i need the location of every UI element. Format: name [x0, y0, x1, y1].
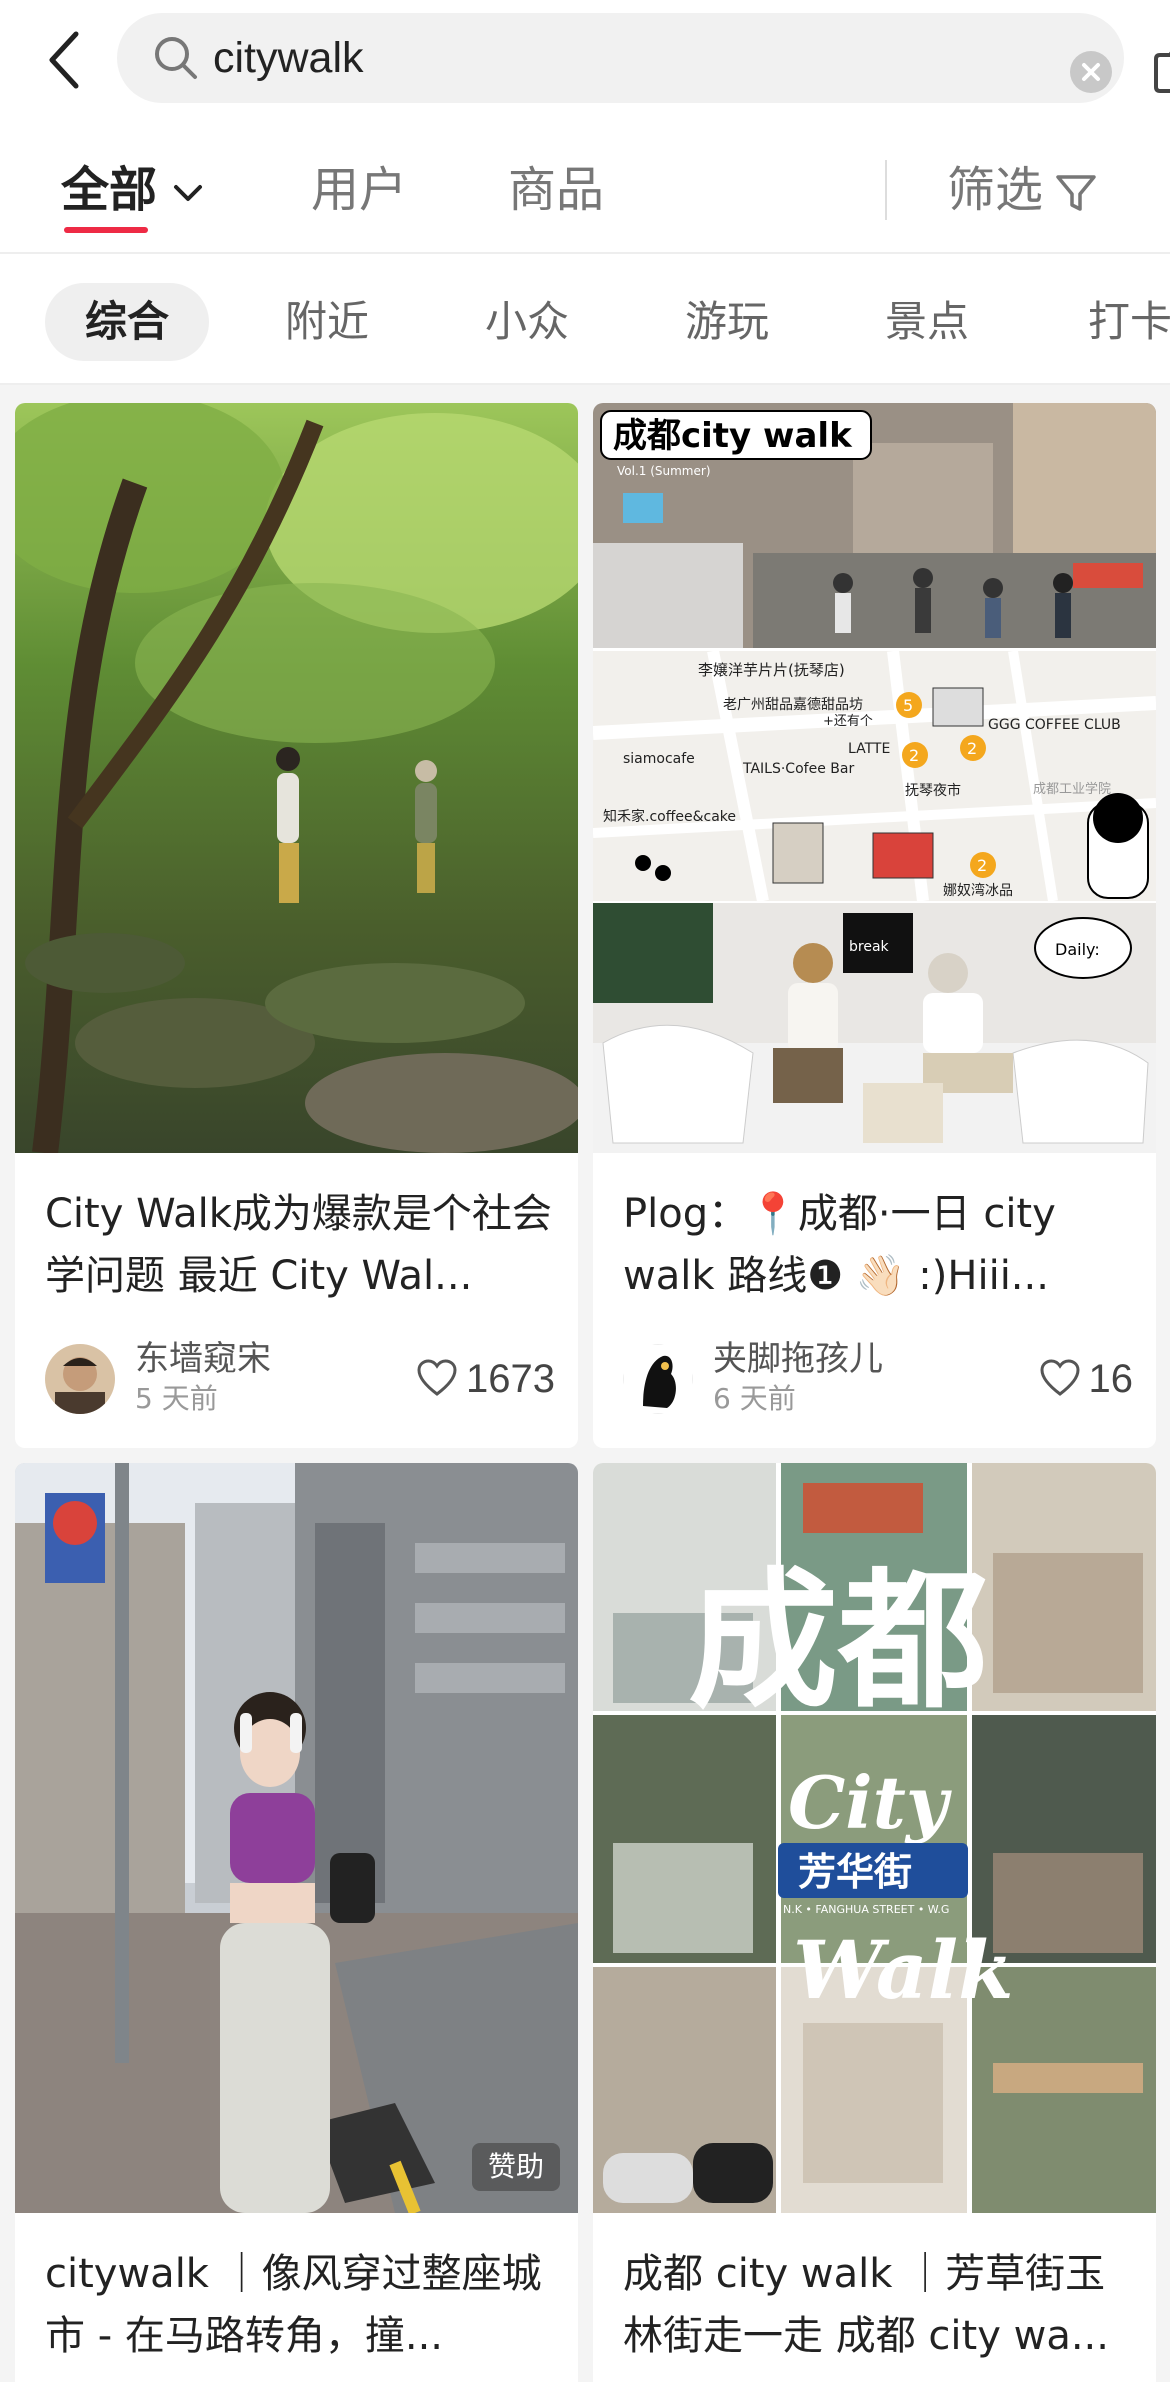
like-count: 1673: [466, 1357, 555, 1401]
like-button[interactable]: 16: [1039, 1356, 1134, 1402]
tab-active-indicator: [64, 227, 148, 233]
like-count: 16: [1088, 1357, 1134, 1401]
avatar[interactable]: [45, 1344, 115, 1414]
filter-button[interactable]: 筛选: [947, 160, 1099, 220]
cover-image-chengdu-collage: 成都 City 芳华街 N.K • FANGHUA STREET • W.G W…: [593, 1463, 1156, 2213]
cover-big-text: Walk: [793, 1923, 1014, 2017]
map-label: 老广州甜品嘉德甜品坊: [723, 697, 863, 713]
note-card[interactable]: City Walk成为爆款是个社会学问题 最近 City Wal... 东墙窥宋…: [15, 403, 578, 1448]
svg-text:2: 2: [967, 739, 977, 758]
note-title: 成都 city walk ｜芳草街玉林街走一走 成都 city wa...: [623, 2251, 1109, 2359]
cover-big-text: 成都: [688, 1553, 988, 1729]
map-label: TAILS·Cofee Bar: [742, 761, 854, 777]
tab-goods[interactable]: 商品: [508, 160, 604, 220]
map-label: siamocafe: [623, 751, 695, 767]
svg-text:2: 2: [909, 746, 919, 765]
filter-chips: 综合 附近 小众 游玩 景点 打卡: [0, 255, 1170, 385]
map-label: 抚琴夜市: [905, 782, 961, 799]
chip-comprehensive[interactable]: 综合: [45, 283, 210, 361]
heart-icon: [1039, 1359, 1080, 1397]
chevron-down-icon: [174, 185, 203, 201]
tab-all-label: 全部: [61, 162, 158, 218]
back-button[interactable]: [46, 28, 86, 92]
cover-big-text: City: [788, 1760, 952, 1845]
clear-icon[interactable]: [1070, 51, 1112, 93]
search-icon: [155, 37, 197, 79]
note-title: citywalk ｜像风穿过整座城市 - 在马路转角，撞...: [45, 2251, 542, 2359]
cover-break: break: [849, 939, 890, 955]
cover-daily: Daily:: [1055, 940, 1100, 959]
divider: [0, 252, 1170, 254]
chip-checkin[interactable]: 打卡: [1088, 283, 1170, 361]
chip-play[interactable]: 游玩: [685, 283, 769, 361]
post-time: 6 天前: [713, 1382, 796, 1415]
street-sign-en: N.K • FANGHUA STREET • W.G: [783, 1903, 949, 1916]
street-sign: 芳华街: [798, 1850, 912, 1894]
map-label: GGG COFFEE CLUB: [988, 717, 1121, 733]
svg-text:2: 2: [977, 856, 987, 875]
map-label: 成都工业学院: [1033, 781, 1111, 797]
tab-all[interactable]: 全部: [61, 160, 205, 220]
note-card[interactable]: 成都city walk Vol.1 (Summer) 李嬢洋芋片片(抚琴店) 老…: [593, 403, 1156, 1448]
map-label: LATTE: [848, 741, 890, 757]
map-label: 娜奴湾冰品: [943, 882, 1013, 899]
tab-users[interactable]: 用户: [311, 160, 407, 220]
note-card[interactable]: 赞助 citywalk ｜像风穿过整座城市 - 在马路转角，撞...: [15, 1463, 578, 2382]
map-label: 李嬢洋芋片片(抚琴店): [698, 661, 845, 679]
note-title: City Walk成为爆款是个社会学问题 最近 City Wal...: [45, 1191, 552, 1299]
sponsored-badge: 赞助: [471, 2143, 560, 2191]
camera-icon[interactable]: [1152, 43, 1170, 95]
chevron-left-icon: [49, 31, 79, 89]
heart-icon: [417, 1359, 457, 1397]
cover-vol: Vol.1 (Summer): [617, 464, 711, 478]
svg-text:5: 5: [903, 696, 913, 715]
chip-scenic[interactable]: 景点: [885, 283, 969, 361]
cover-header: 成都city walk: [613, 416, 853, 456]
author-row: 东墙窥宋 5 天前 1673: [45, 1338, 555, 1418]
author-row: 夹脚拖孩儿 6 天前 16: [623, 1338, 1133, 1418]
filter-icon: [1056, 175, 1096, 211]
cover-image-street: [15, 1463, 578, 2213]
note-card[interactable]: 成都 City 芳华街 N.K • FANGHUA STREET • W.G W…: [593, 1463, 1156, 2382]
divider: [885, 160, 887, 220]
chip-niche[interactable]: 小众: [485, 283, 569, 361]
map-label: 知禾家.coffee&cake: [603, 808, 736, 825]
header: citywalk 全部 用户 商品 筛选: [0, 0, 1170, 255]
map-label: +还有个: [823, 714, 873, 729]
author-name[interactable]: 东墙窥宋: [135, 1338, 271, 1380]
cover-image-forest: [15, 403, 578, 1153]
category-tabs: 全部 用户 商品 筛选: [0, 130, 1170, 255]
like-button[interactable]: 1673: [416, 1356, 555, 1402]
cover-image-chengdu-map: 成都city walk Vol.1 (Summer) 李嬢洋芋片片(抚琴店) 老…: [593, 403, 1156, 1153]
search-bar[interactable]: citywalk: [117, 13, 1170, 103]
chip-nearby[interactable]: 附近: [285, 283, 369, 361]
post-time: 5 天前: [135, 1382, 218, 1415]
filter-label: 筛选: [947, 162, 1044, 218]
author-name[interactable]: 夹脚拖孩儿: [713, 1338, 883, 1380]
note-title: Plog：📍成都·一日 city walk 路线❶ 👋🏻 :)Hiii...: [623, 1191, 1056, 1299]
avatar[interactable]: [623, 1344, 693, 1414]
search-input[interactable]: citywalk: [213, 33, 364, 83]
